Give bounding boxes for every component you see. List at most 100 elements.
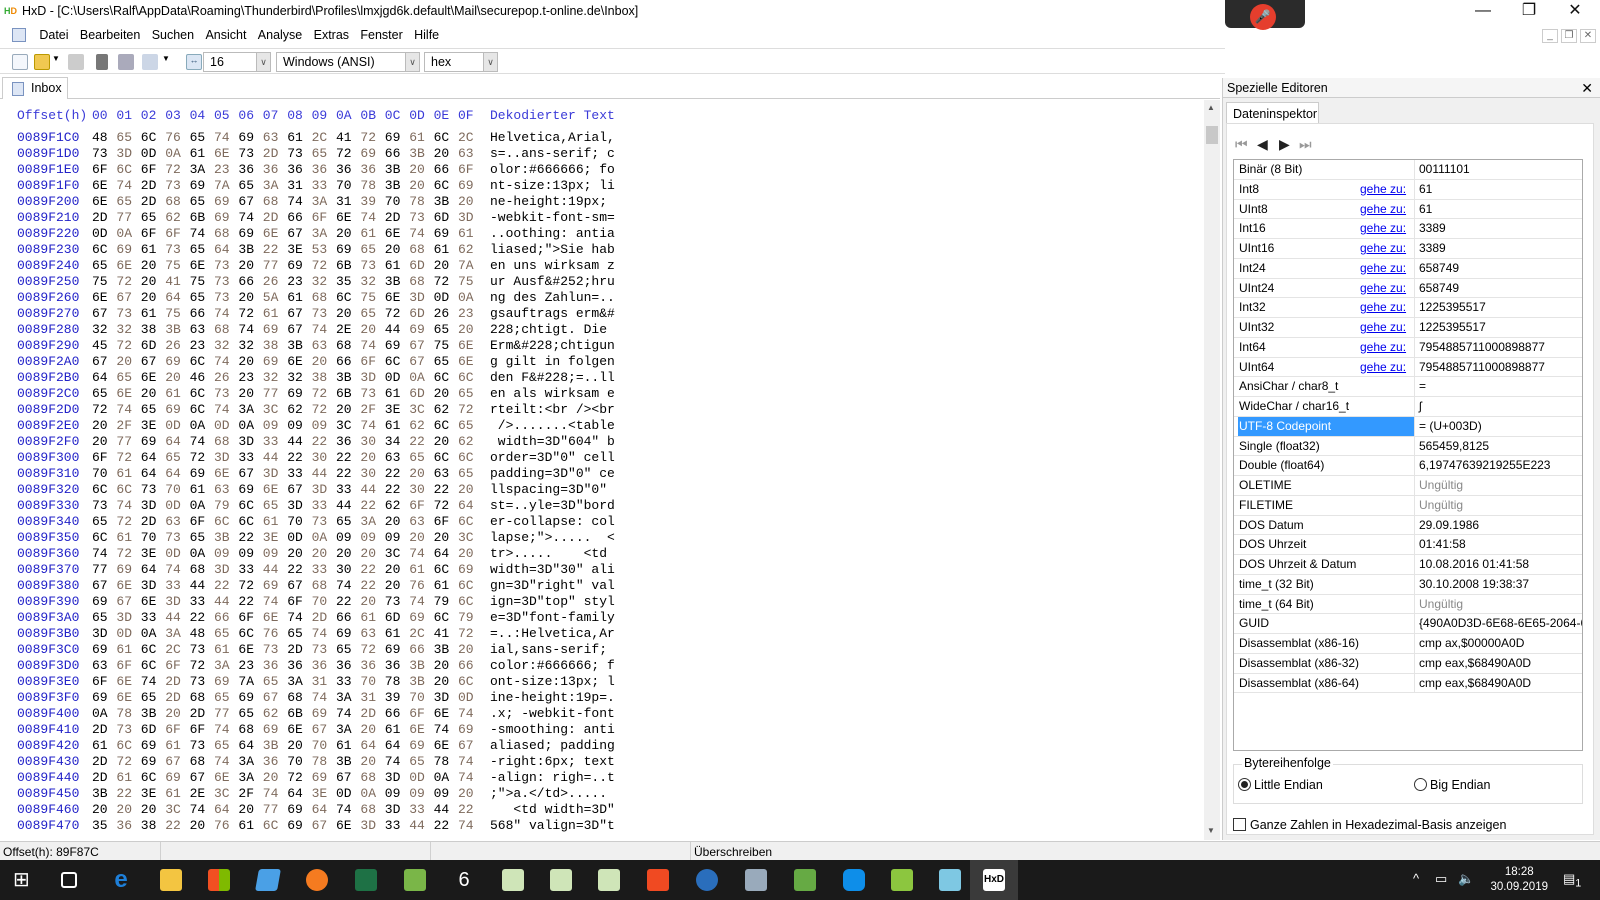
hex-byte[interactable]: 6C (141, 658, 161, 674)
hex-byte[interactable]: 67 (238, 466, 258, 482)
hex-byte[interactable]: 73 (141, 482, 161, 498)
decoded-text[interactable]: -right:6px; text (490, 754, 615, 770)
hex-byte[interactable]: 2C (312, 130, 332, 146)
hex-byte[interactable]: 73 (92, 146, 112, 162)
inspector-value[interactable]: 00111101 (1414, 160, 1582, 179)
hex-byte[interactable]: 70 (287, 514, 307, 530)
hex-byte[interactable]: 6B (336, 386, 356, 402)
hex-byte[interactable]: 7A (238, 674, 258, 690)
hex-byte[interactable]: 22 (336, 450, 356, 466)
hex-byte[interactable]: 72 (190, 450, 210, 466)
hex-byte[interactable]: 63 (190, 322, 210, 338)
hex-byte[interactable]: 44 (165, 610, 185, 626)
hex-byte[interactable]: 61 (360, 610, 380, 626)
hex-byte[interactable]: 69 (458, 562, 478, 578)
hex-byte[interactable]: 20 (287, 546, 307, 562)
hex-byte[interactable]: 6C (116, 162, 136, 178)
hex-byte[interactable]: 61 (165, 738, 185, 754)
hex-byte[interactable]: 09 (238, 546, 258, 562)
hex-byte[interactable]: 6F (238, 610, 258, 626)
task-view-icon[interactable] (61, 872, 77, 888)
hex-byte[interactable]: 68 (312, 578, 332, 594)
inspector-row[interactable]: WideChar / char16_t ʃ (1234, 397, 1582, 417)
hex-byte[interactable]: 78 (116, 706, 136, 722)
hex-byte[interactable]: 22 (458, 802, 478, 818)
decoded-text[interactable]: 568" valign=3D"t (490, 818, 615, 834)
hex-byte[interactable]: 67 (287, 482, 307, 498)
decoded-text[interactable]: -align: righ=..t (490, 770, 615, 786)
hex-byte[interactable]: 6C (434, 178, 454, 194)
hex-byte[interactable]: 3B (385, 162, 405, 178)
hex-byte[interactable]: 69 (312, 770, 332, 786)
hex-byte[interactable]: 69 (409, 322, 429, 338)
hex-byte[interactable]: 74 (458, 818, 478, 834)
goto-link[interactable]: gehe zu: (1360, 338, 1406, 357)
open-dropdown-icon[interactable]: ▼ (52, 54, 60, 70)
hex-byte[interactable]: 32 (263, 370, 283, 386)
hex-byte[interactable]: 36 (312, 162, 332, 178)
hex-byte[interactable]: 33 (287, 466, 307, 482)
inspector-value[interactable]: 1225395517 (1414, 318, 1582, 337)
hex-byte[interactable]: 6E (116, 674, 136, 690)
inspector-value[interactable]: 30.10.2008 19:38:37 (1414, 574, 1582, 594)
hex-byte[interactable]: 20 (434, 674, 454, 690)
hex-byte[interactable]: 6C (116, 482, 136, 498)
hex-byte[interactable]: 22 (409, 434, 429, 450)
hex-byte[interactable]: 72 (360, 642, 380, 658)
inspector-row[interactable]: time_t (32 Bit) 30.10.2008 19:38:37 (1234, 574, 1582, 595)
hex-byte[interactable]: 69 (238, 130, 258, 146)
hex-byte[interactable]: 78 (434, 754, 454, 770)
inspector-value[interactable]: 6,19747639219255E223 (1414, 456, 1582, 476)
hex-byte[interactable]: 0A (141, 626, 161, 642)
hex-byte[interactable]: 36 (238, 162, 258, 178)
decoded-text[interactable]: liased;">Sie hab (490, 242, 615, 258)
hex-byte[interactable]: 3B (385, 274, 405, 290)
computer-icon[interactable] (255, 869, 281, 891)
hex-byte[interactable]: 2D (92, 754, 112, 770)
hex-byte[interactable]: 32 (238, 338, 258, 354)
hex-byte[interactable]: 3D (141, 578, 161, 594)
hex-byte[interactable]: 73 (312, 642, 332, 658)
hex-byte[interactable]: 09 (263, 418, 283, 434)
decoded-text[interactable]: tr>..... <td (490, 546, 615, 562)
inspector-row[interactable]: time_t (64 Bit) Ungültig (1234, 594, 1582, 615)
hex-byte[interactable]: 65 (190, 194, 210, 210)
hex-byte[interactable]: 33 (263, 434, 283, 450)
previous-icon[interactable]: ◀ (1257, 136, 1268, 153)
hex-byte[interactable]: 6D (409, 386, 429, 402)
inspector-value[interactable]: 61 (1414, 179, 1582, 199)
pdf-icon[interactable] (647, 869, 669, 891)
edge-icon[interactable]: e (110, 868, 132, 892)
hex-byte[interactable]: 66 (336, 610, 356, 626)
goto-link[interactable]: gehe zu: (1360, 200, 1406, 219)
hex-byte[interactable]: 72 (116, 274, 136, 290)
hex-byte[interactable]: 76 (165, 130, 185, 146)
hex-byte[interactable]: 3B (409, 658, 429, 674)
hex-byte[interactable]: 48 (190, 626, 210, 642)
inspector-row[interactable]: UInt16 gehe zu: 3389 (1234, 239, 1582, 259)
inspector-row[interactable]: Disassemblat (x86-64) cmp eax,$68490A0D (1234, 673, 1582, 694)
inspector-row[interactable]: Int32 gehe zu: 1225395517 (1234, 298, 1582, 318)
hex-byte[interactable]: 73 (312, 514, 332, 530)
hex-byte[interactable]: 32 (92, 322, 112, 338)
hex-byte[interactable]: 20 (409, 178, 429, 194)
radio-icon[interactable] (1414, 778, 1427, 791)
hex-byte[interactable]: 20 (458, 194, 478, 210)
hex-byte[interactable]: 62 (385, 498, 405, 514)
hex-byte[interactable]: 65 (238, 706, 258, 722)
hex-byte[interactable]: 70 (360, 674, 380, 690)
hex-byte[interactable]: 69 (214, 194, 234, 210)
inspector-row[interactable]: UInt64 gehe zu: 7954885711000898877 (1234, 357, 1582, 378)
hex-byte[interactable]: 74 (312, 322, 332, 338)
hex-byte[interactable]: 66 (190, 306, 210, 322)
app-icon[interactable] (598, 869, 620, 891)
hex-byte[interactable]: 61 (116, 530, 136, 546)
hex-byte[interactable]: 65 (190, 290, 210, 306)
hex-byte[interactable]: 22 (385, 482, 405, 498)
hex-byte[interactable]: 36 (360, 658, 380, 674)
checkbox-icon[interactable] (1233, 818, 1246, 831)
hex-byte[interactable]: 69 (360, 146, 380, 162)
menu-extras[interactable]: Extras (310, 26, 353, 44)
hex-byte[interactable]: 09 (385, 786, 405, 802)
hex-byte[interactable]: 2D (287, 642, 307, 658)
